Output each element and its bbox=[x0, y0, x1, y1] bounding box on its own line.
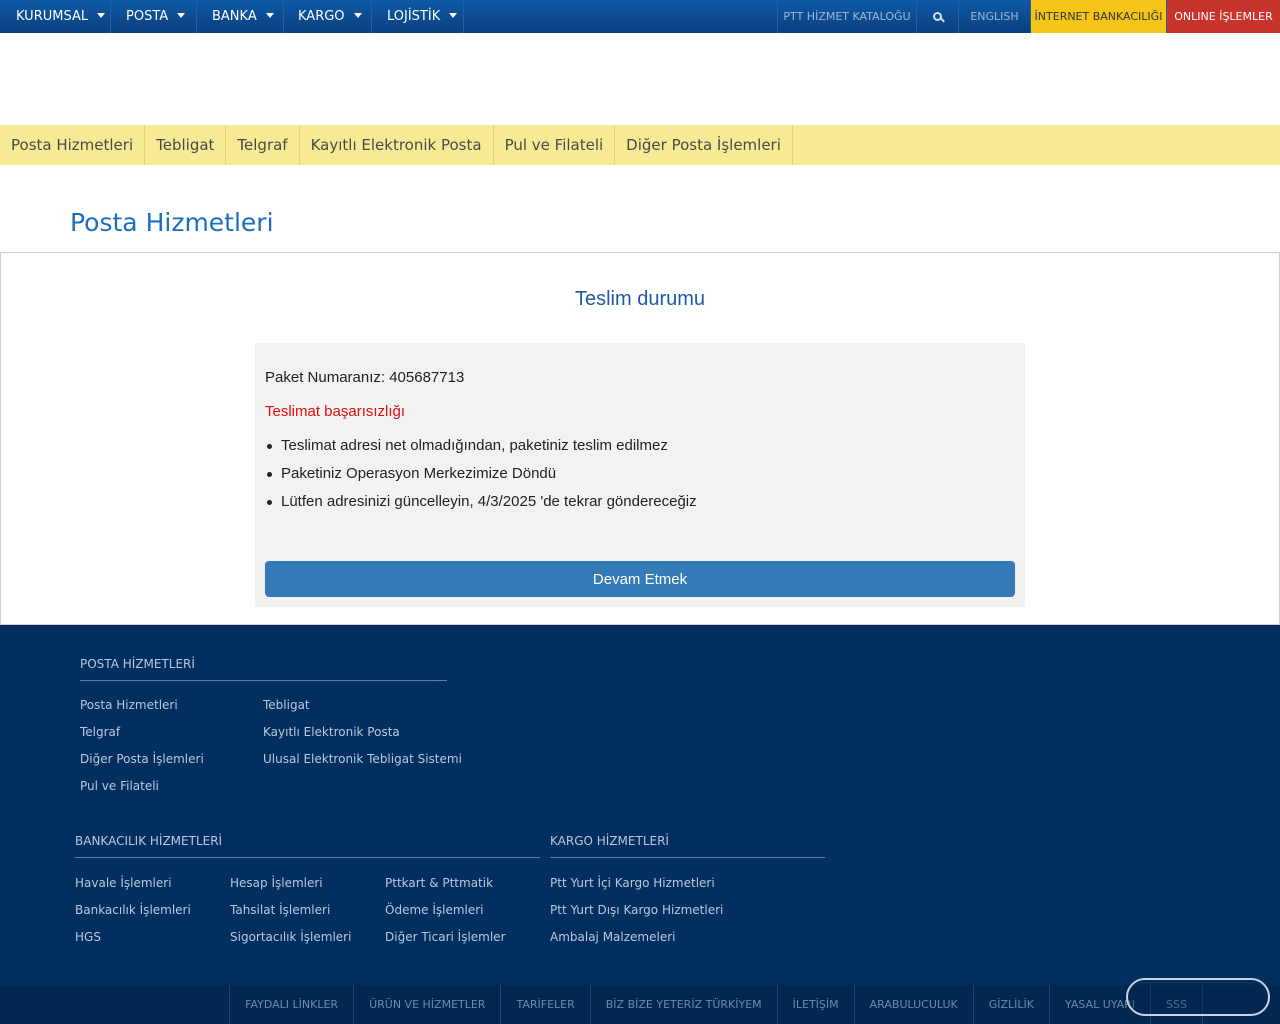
top-nav-left: KURUMSAL POSTA BANKA KARGO LOJİSTİK bbox=[0, 0, 464, 33]
subnav-kep[interactable]: Kayıtlı Elektronik Posta bbox=[300, 125, 494, 165]
footer-link[interactable]: Ptt Yurt İçi Kargo Hizmetleri bbox=[550, 876, 715, 890]
footer-link[interactable]: Ulusal Elektronik Tebligat Sistemi bbox=[263, 752, 462, 766]
subnav-telgraf[interactable]: Telgraf bbox=[226, 125, 300, 165]
top-navigation: KURUMSAL POSTA BANKA KARGO LOJİSTİK PTT … bbox=[0, 0, 1280, 33]
delivery-failure-text: Teslimat başarısızlığı bbox=[265, 403, 406, 420]
caret-down-icon bbox=[177, 12, 186, 18]
nav-label: BANKA bbox=[212, 9, 257, 24]
footer-link[interactable]: Posta Hizmetleri bbox=[80, 698, 178, 712]
footer-divider bbox=[550, 857, 825, 858]
bullet-icon bbox=[267, 444, 272, 449]
delivery-status-title: Teslim durumu bbox=[574, 288, 706, 310]
footer-heading-kargo: KARGO HİZMETLERİ bbox=[550, 834, 669, 848]
footer-bottom-link[interactable]: ÜRÜN VE HİZMETLER bbox=[353, 985, 500, 1024]
footer-divider bbox=[75, 857, 540, 858]
caret-down-icon bbox=[97, 12, 106, 18]
sub-navigation: Posta Hizmetleri Tebligat Telgraf Kayıtl… bbox=[0, 125, 1280, 165]
search-button[interactable] bbox=[916, 0, 958, 33]
list-item-text: Lütfen adresinizi güncelleyin, 4/3/2025 … bbox=[281, 493, 697, 510]
footer-bottom-link[interactable]: ARABULUCULUK bbox=[853, 985, 973, 1024]
list-item-text: Paketiniz Operasyon Merkezimize Döndü bbox=[281, 465, 557, 482]
list-item: Paketiniz Operasyon Merkezimize Döndü bbox=[265, 465, 697, 493]
footer-link[interactable]: Hesap İşlemleri bbox=[230, 876, 323, 890]
search-icon bbox=[932, 11, 943, 22]
footer-bottom-link[interactable]: İLETİŞİM bbox=[776, 985, 854, 1024]
continue-button[interactable]: Devam Etmek bbox=[265, 561, 1015, 597]
footer bbox=[0, 625, 1280, 1024]
footer-link[interactable]: Pttkart & Pttmatik bbox=[385, 876, 493, 890]
footer-heading-banka: BANKACILIK HİZMETLERİ bbox=[75, 834, 223, 848]
nav-kurumsal[interactable]: KURUMSAL bbox=[0, 0, 111, 33]
bullet-icon bbox=[267, 500, 272, 505]
chat-widget-button[interactable] bbox=[1126, 978, 1270, 1016]
package-number: Paket Numaranız: 405687713 bbox=[265, 369, 465, 386]
internet-banking-button[interactable]: İNTERNET BANKACILIĞI bbox=[1030, 0, 1166, 33]
footer-bottom-link[interactable]: GİZLİLİK bbox=[972, 985, 1049, 1024]
footer-link[interactable]: Havale İşlemleri bbox=[75, 876, 172, 890]
caret-down-icon bbox=[353, 12, 362, 18]
nav-banka[interactable]: BANKA bbox=[197, 0, 284, 33]
footer-link[interactable]: Telgraf bbox=[80, 725, 120, 739]
page-title: Posta Hizmetleri bbox=[70, 208, 274, 237]
footer-link[interactable]: Kayıtlı Elektronik Posta bbox=[263, 725, 400, 739]
footer-divider bbox=[80, 680, 447, 681]
online-services-button[interactable]: ONLINE İŞLEMLER bbox=[1166, 0, 1280, 33]
nav-posta[interactable]: POSTA bbox=[111, 0, 197, 33]
nav-label: LOJİSTİK bbox=[387, 9, 441, 24]
footer-link[interactable]: Ambalaj Malzemeleri bbox=[550, 930, 675, 944]
nav-label: POSTA bbox=[126, 9, 169, 24]
footer-link[interactable]: Diğer Ticari İşlemler bbox=[385, 930, 506, 944]
top-nav-right: PTT HİZMET KATALOĞU ENGLISH İNTERNET BAN… bbox=[777, 0, 1280, 33]
list-item: Teslimat adresi net olmadığından, paketi… bbox=[265, 437, 697, 465]
subnav-posta-hizmetleri[interactable]: Posta Hizmetleri bbox=[0, 125, 146, 165]
footer-link[interactable]: Sigortacılık İşlemleri bbox=[230, 930, 351, 944]
footer-link[interactable]: Tebligat bbox=[263, 698, 310, 712]
catalog-link[interactable]: PTT HİZMET KATALOĞU bbox=[777, 0, 916, 33]
nav-lojistik[interactable]: LOJİSTİK bbox=[372, 0, 464, 33]
footer-link[interactable]: Bankacılık İşlemleri bbox=[75, 903, 191, 917]
footer-bottom-link[interactable]: FAYDALI LİNKLER bbox=[229, 985, 353, 1024]
caret-down-icon bbox=[265, 12, 274, 18]
footer-bottom-bar: FAYDALI LİNKLER ÜRÜN VE HİZMETLER TARİFE… bbox=[0, 985, 1280, 1024]
list-item-text: Teslimat adresi net olmadığından, paketi… bbox=[281, 437, 668, 454]
caret-down-icon bbox=[449, 12, 458, 18]
subnav-tebligat[interactable]: Tebligat bbox=[145, 125, 227, 165]
footer-link[interactable]: Ptt Yurt Dışı Kargo Hizmetleri bbox=[550, 903, 723, 917]
bullet-icon bbox=[267, 472, 272, 477]
footer-link[interactable]: Pul ve Filateli bbox=[80, 779, 159, 793]
footer-link[interactable]: HGS bbox=[75, 930, 101, 944]
nav-kargo[interactable]: KARGO bbox=[284, 0, 372, 33]
nav-label: KURUMSAL bbox=[16, 9, 89, 24]
subnav-pul-filateli[interactable]: Pul ve Filateli bbox=[494, 125, 616, 165]
footer-link[interactable]: Diğer Posta İşlemleri bbox=[80, 752, 204, 766]
footer-link[interactable]: Ödeme İşlemleri bbox=[385, 903, 484, 917]
footer-bottom-link[interactable]: TARİFELER bbox=[500, 985, 589, 1024]
footer-link[interactable]: Tahsilat İşlemleri bbox=[230, 903, 330, 917]
status-bullet-list: Teslimat adresi net olmadığından, paketi… bbox=[265, 437, 697, 521]
footer-heading-posta: POSTA HİZMETLERİ bbox=[80, 657, 195, 671]
footer-bottom-link[interactable]: BİZ BİZE YETERİZ TÜRKİYEM bbox=[589, 985, 777, 1024]
subnav-diger[interactable]: Diğer Posta İşlemleri bbox=[615, 125, 793, 165]
list-item: Lütfen adresinizi güncelleyin, 4/3/2025 … bbox=[265, 493, 697, 521]
english-link[interactable]: ENGLISH bbox=[958, 0, 1030, 33]
nav-label: KARGO bbox=[298, 9, 345, 24]
